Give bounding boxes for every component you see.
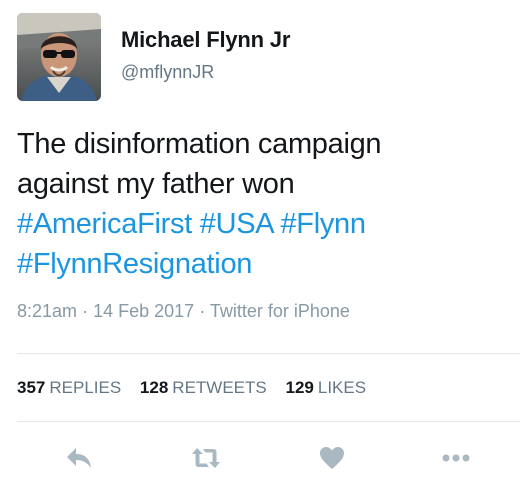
likes-count: 129 bbox=[285, 378, 314, 397]
likes-label: LIKES bbox=[317, 378, 367, 397]
retweets-stat[interactable]: 128 RETWEETS bbox=[140, 378, 272, 397]
retweets-label: RETWEETS bbox=[172, 378, 267, 397]
tweet-source[interactable]: Twitter for iPhone bbox=[210, 301, 350, 321]
replies-label: REPLIES bbox=[49, 378, 122, 397]
tweet-stats: 357 REPLIES 128 RETWEETS 129 LIKES bbox=[17, 378, 380, 398]
user-handle[interactable]: @mflynnJR bbox=[121, 62, 214, 83]
tweet-time[interactable]: 8:21am bbox=[17, 301, 77, 321]
like-button[interactable] bbox=[316, 444, 348, 472]
avatar-photo bbox=[17, 13, 101, 101]
reply-button[interactable] bbox=[63, 444, 95, 472]
hashtag-link[interactable]: #AmericaFirst bbox=[17, 208, 192, 240]
retweet-button[interactable] bbox=[190, 444, 222, 472]
tweet-text-line: The disinformation campaign bbox=[17, 128, 382, 160]
retweet-icon bbox=[192, 448, 220, 468]
reply-icon bbox=[67, 448, 91, 468]
user-display-name[interactable]: Michael Flynn Jr bbox=[121, 27, 290, 53]
hashtag-link[interactable]: #Flynn bbox=[280, 208, 366, 240]
divider bbox=[17, 353, 520, 354]
meta-separator: · bbox=[82, 301, 89, 321]
replies-stat[interactable]: 357 REPLIES bbox=[17, 378, 126, 397]
tweet-text-line: against my father won bbox=[17, 168, 295, 200]
hashtag-link[interactable]: #FlynnResignation bbox=[17, 248, 252, 280]
more-button[interactable] bbox=[440, 444, 472, 472]
hashtag-link[interactable]: #USA bbox=[200, 208, 273, 240]
avatar[interactable] bbox=[17, 13, 101, 101]
tweet-date[interactable]: 14 Feb 2017 bbox=[93, 301, 194, 321]
tweet-meta: 8:21am · 14 Feb 2017 · Twitter for iPhon… bbox=[17, 301, 350, 322]
retweets-count: 128 bbox=[139, 378, 169, 397]
likes-stat[interactable]: 129 LIKES bbox=[285, 378, 366, 397]
heart-icon bbox=[320, 447, 344, 469]
hashtag-line: #AmericaFirst #USA #Flynn bbox=[17, 204, 507, 244]
divider bbox=[17, 421, 520, 422]
replies-count: 357 bbox=[17, 378, 46, 397]
more-icon bbox=[442, 454, 470, 462]
meta-separator: · bbox=[199, 301, 206, 321]
hashtag-line: #FlynnResignation bbox=[17, 244, 507, 284]
tweet-text: The disinformation campaign against my f… bbox=[17, 124, 507, 284]
